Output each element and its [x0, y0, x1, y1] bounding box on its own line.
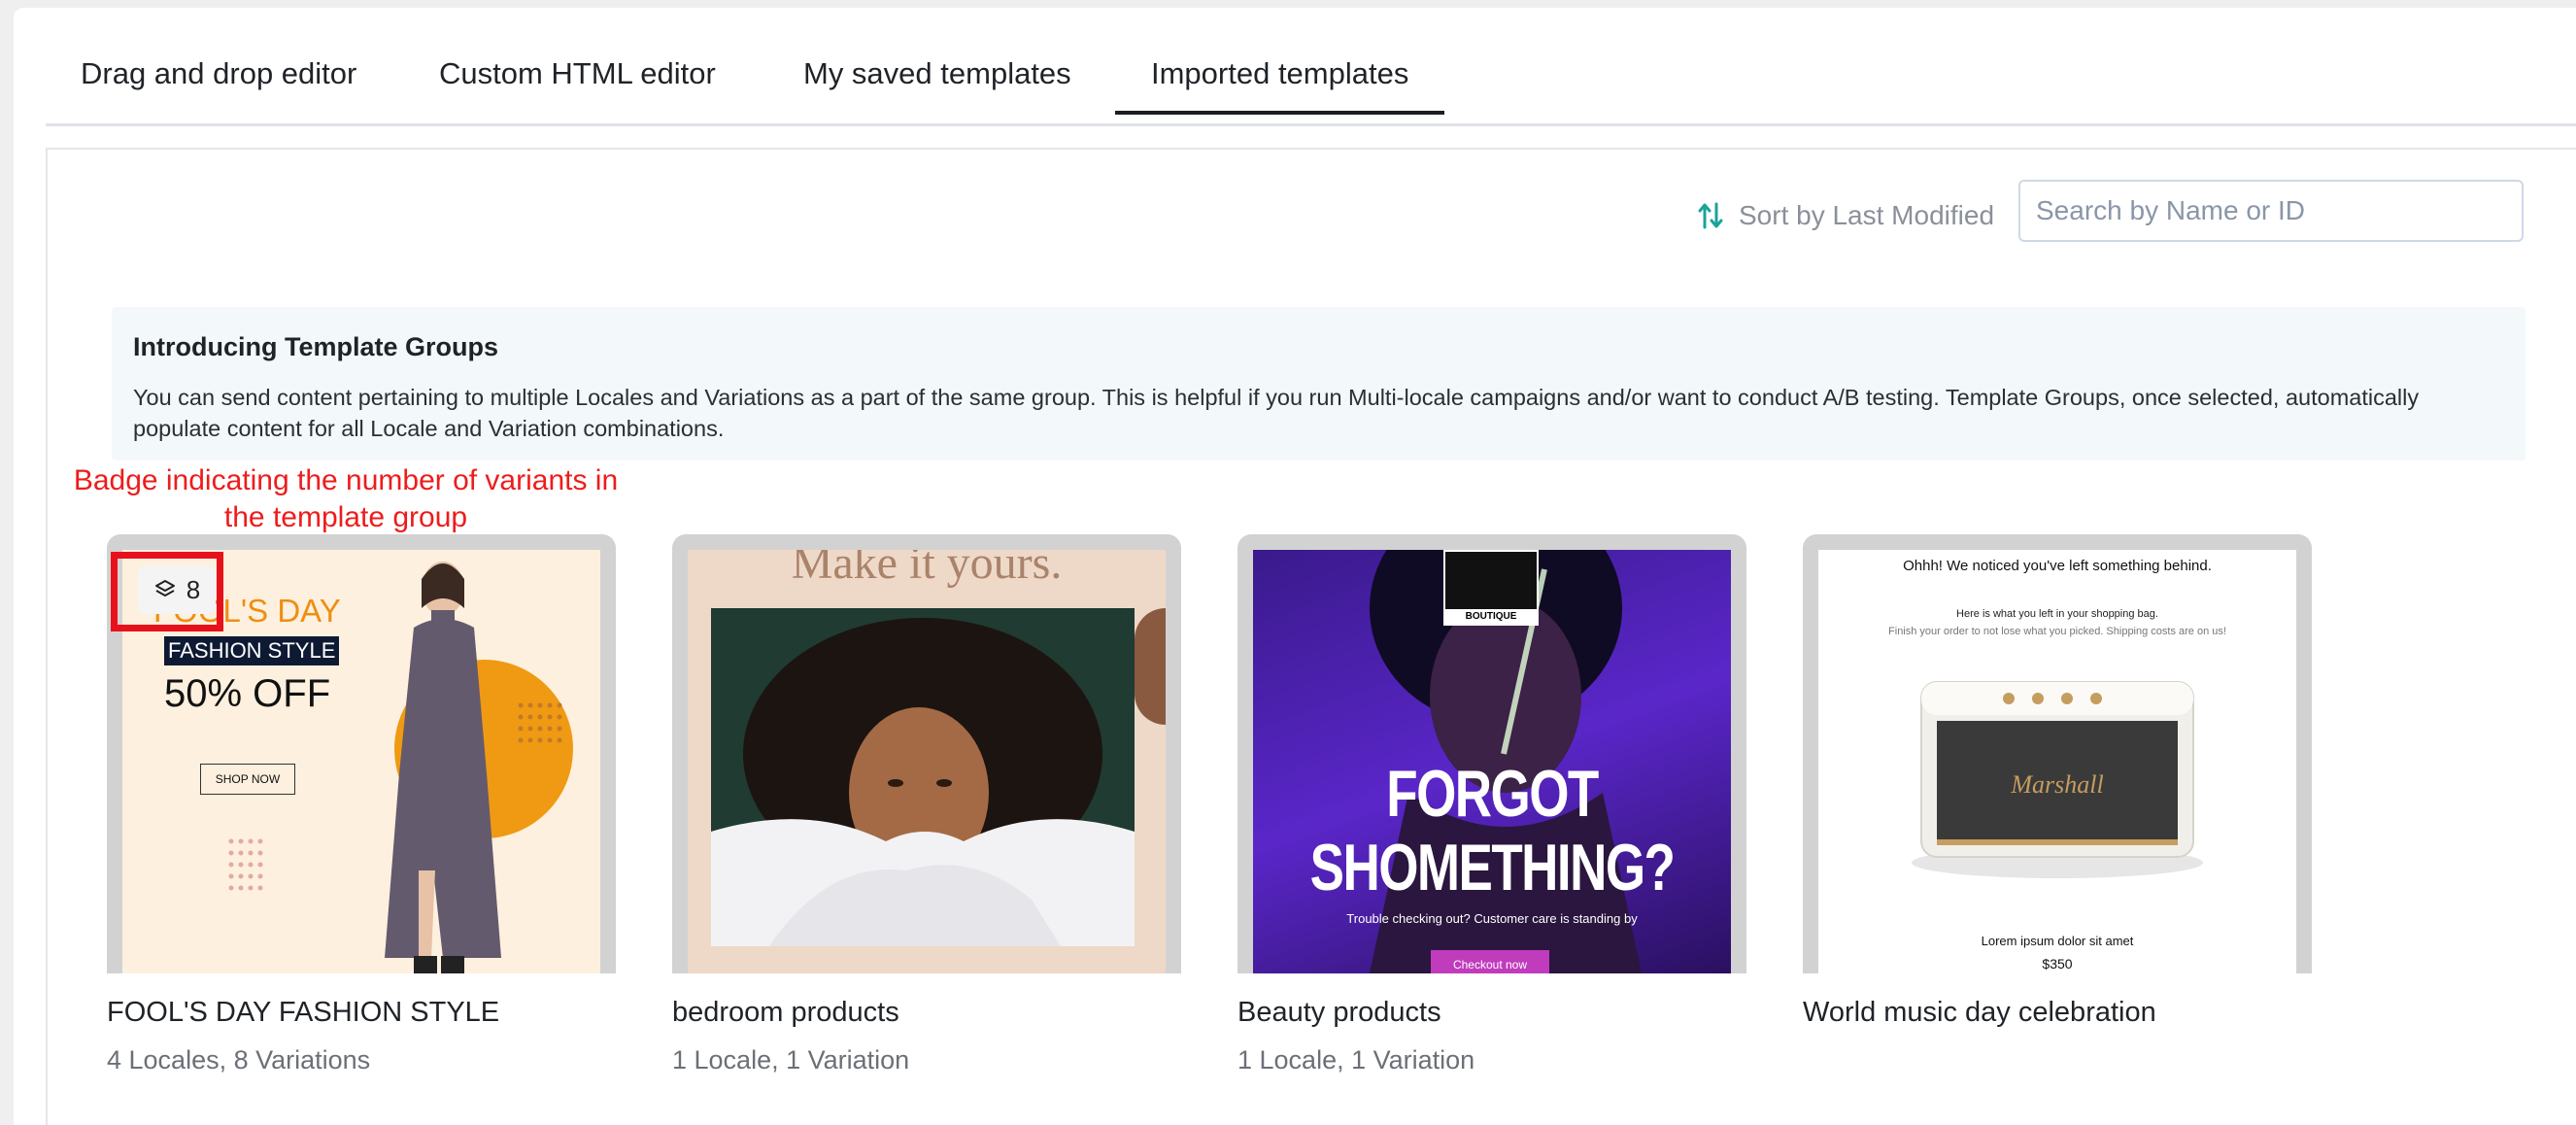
template-thumbnail[interactable]: Ohhh! We noticed you've left something b… — [1803, 534, 2312, 973]
template-groups-banner: Introducing Template Groups You can send… — [112, 307, 2525, 460]
search-input[interactable] — [2018, 180, 2524, 242]
world-music-day-preview: Ohhh! We noticed you've left something b… — [1818, 550, 2296, 973]
thumb-subline: Trouble checking out? Customer care is s… — [1346, 911, 1638, 926]
banner-body: You can send content pertaining to multi… — [133, 385, 2420, 441]
speaker-brand-logo: Marshall — [2010, 770, 2103, 799]
brand-label: BOUTIQUE — [1445, 609, 1537, 624]
thumb-offer: 50% OFF — [164, 672, 331, 715]
thumb-caption: Lorem ipsum dolor sit amet — [1981, 934, 2134, 948]
bedroom-products-preview: Make it yours. — [688, 550, 1166, 973]
variant-badge-annotation: Badge indicating the number of variants … — [31, 462, 661, 536]
banner-title: Introducing Template Groups — [133, 332, 499, 361]
template-name[interactable]: World music day celebration — [1803, 997, 2156, 1029]
tab-custom-html-editor[interactable]: Custom HTML editor — [439, 56, 716, 91]
template-thumbnail[interactable]: BOUTIQUE FORGOT SHOMETHING? Trouble chec… — [1237, 534, 1746, 973]
thumb-cta: Checkout now — [1431, 950, 1549, 973]
annotation-line-2: the template group — [223, 501, 468, 533]
thumb-price: $350 — [2042, 956, 2073, 972]
template-name[interactable]: bedroom products — [672, 997, 899, 1029]
speaker-image: Marshall — [1912, 681, 2203, 878]
template-thumbnail[interactable]: Make it yours. — [672, 534, 1181, 973]
annotation-line-1: Badge indicating the number of variants … — [73, 464, 619, 496]
thumb-line-1: Here is what you left in your shopping b… — [1956, 608, 2158, 620]
sort-arrows-icon — [1698, 202, 1723, 229]
thumb-cta: SHOP NOW — [200, 764, 295, 795]
thumb-headline-2: SHOMETHING? — [1309, 831, 1676, 904]
thumb-tag: FASHION STYLE — [164, 636, 340, 665]
thumb-headline: Ohhh! We noticed you've left something b… — [1903, 558, 2212, 574]
brand-logo: BOUTIQUE — [1443, 550, 1539, 626]
tab-imported-templates[interactable]: Imported templates — [1114, 56, 1445, 115]
template-name[interactable]: Beauty products — [1237, 997, 1441, 1029]
tab-drag-and-drop-editor[interactable]: Drag and drop editor — [81, 56, 356, 91]
editor-tabs: Drag and drop editor Custom HTML editor … — [46, 0, 2576, 126]
person-in-bed-image — [711, 608, 1135, 946]
template-meta: 1 Locale, 1 Variation — [672, 1045, 910, 1074]
template-name[interactable]: FOOL'S DAY FASHION STYLE — [107, 997, 499, 1029]
sort-button[interactable]: Sort by Last Modified — [1698, 196, 1994, 235]
badge-highlight-box — [111, 552, 223, 631]
thumb-headline: Make it yours. — [791, 550, 1063, 589]
thumb-headline-1: FORGOT — [1386, 757, 1599, 831]
template-meta: 4 Locales, 8 Variations — [107, 1045, 371, 1074]
template-meta: 1 Locale, 1 Variation — [1237, 1045, 1475, 1074]
thumb-line-2: Finish your order to not lose what you p… — [1888, 626, 2226, 637]
beauty-products-preview: BOUTIQUE FORGOT SHOMETHING? Trouble chec… — [1253, 550, 1731, 973]
tab-my-saved-templates[interactable]: My saved templates — [803, 56, 1071, 91]
sort-label: Sort by Last Modified — [1739, 200, 1995, 230]
